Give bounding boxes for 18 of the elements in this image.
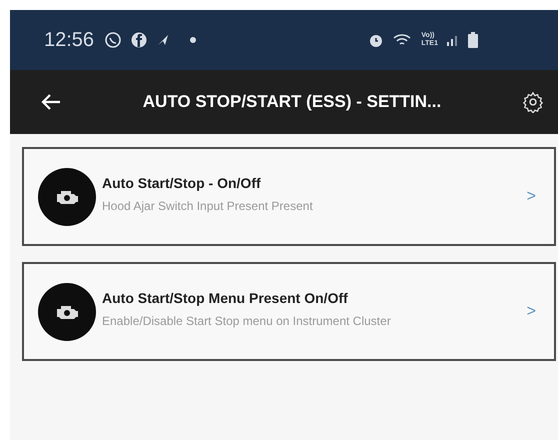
engine-icon [38, 168, 96, 226]
signal-icon [446, 33, 460, 47]
screen-title: AUTO STOP/START (ESS) - SETTIN... [142, 92, 442, 112]
clock-time: 12:56 [44, 28, 94, 52]
setting-title: Auto Start/Stop - On/Off [102, 174, 262, 190]
battery-icon [468, 32, 478, 48]
engine-icon [38, 282, 96, 340]
chevron-icon: > [526, 188, 536, 206]
settings-icon[interactable] [522, 91, 544, 113]
chat-icon [104, 31, 122, 49]
setting-row[interactable]: Auto Start/Stop Menu Present On/Off Enable/Disable Start Stop menu on Instrument Cluster > [22, 262, 556, 361]
setting-description: Enable/Disable Start Stop menu on Instrument Cluster [102, 314, 392, 328]
social-icon [130, 31, 148, 49]
setting-row[interactable]: Auto Start/Stop - On/Off Hood Ajar Switch Input Present Present > [22, 147, 556, 246]
setting-title: Auto Start/Stop Menu Present On/Off [102, 290, 349, 306]
dot-icon [190, 37, 196, 43]
chevron-icon: > [526, 302, 536, 320]
setting-description: Hood Ajar Switch Input Present Present [102, 198, 314, 212]
